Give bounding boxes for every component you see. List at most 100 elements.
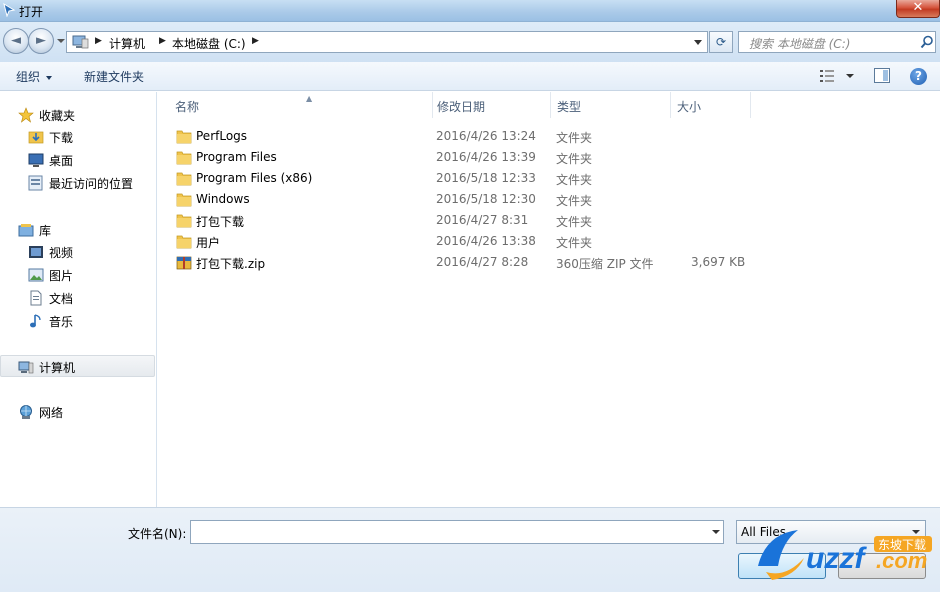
file-date: 2016/4/26 13:38 — [436, 234, 536, 248]
column-header-type[interactable]: 类型 — [551, 92, 671, 118]
back-button[interactable]: ◄ — [3, 28, 29, 54]
sidebar-item-downloads[interactable]: 下载 — [0, 126, 155, 148]
navigation-pane: 收藏夹 下载 桌面 最近访问的位置 库 视频 图片 文档 音乐 计算机 网络 — [0, 92, 157, 507]
breadcrumb-computer[interactable]: 计算机 — [109, 35, 145, 52]
file-date: 2016/4/26 13:24 — [436, 129, 536, 143]
sidebar-libraries[interactable]: 库 — [0, 219, 155, 241]
window-title: 打开 — [19, 5, 44, 19]
uzzf-watermark-logo: uzzf .com 东坡下载 — [758, 530, 932, 580]
column-header-name[interactable]: 名称 ▲ — [169, 92, 433, 118]
preview-pane-icon[interactable] — [874, 68, 890, 83]
help-icon[interactable]: ? — [910, 68, 927, 85]
sidebar-item-label: 计算机 — [39, 361, 76, 375]
sidebar-item-music[interactable]: 音乐 — [0, 310, 155, 332]
column-header-label: 大小 — [677, 100, 702, 114]
file-name: PerfLogs — [196, 129, 248, 143]
file-type: 360压缩 ZIP 文件 — [556, 257, 654, 271]
forward-button[interactable]: ► — [28, 28, 54, 54]
sidebar-item-label: 视频 — [49, 246, 74, 260]
library-icon — [18, 224, 34, 237]
file-row[interactable]: PerfLogs 2016/4/26 13:24 文件夹 — [158, 126, 940, 147]
file-name: Program Files (x86) — [196, 171, 313, 185]
file-type: 文件夹 — [556, 131, 593, 145]
sidebar-item-label: 音乐 — [49, 315, 74, 329]
column-header-date[interactable]: 修改日期 — [431, 92, 551, 118]
file-row[interactable]: Program Files (x86) 2016/5/18 12:33 文件夹 — [158, 168, 940, 189]
address-bar[interactable]: ▶ 计算机 ▶ 本地磁盘 (C:) ▶ — [66, 31, 708, 53]
recent-pages-dropdown[interactable] — [57, 39, 65, 43]
sidebar-item-label: 下载 — [49, 131, 74, 145]
file-date: 2016/5/18 12:33 — [436, 171, 536, 185]
sidebar-item-pictures[interactable]: 图片 — [0, 264, 155, 286]
address-history-dropdown[interactable] — [694, 40, 702, 45]
sidebar-favorites[interactable]: 收藏夹 — [0, 104, 155, 126]
video-library-icon — [29, 246, 43, 258]
file-type: 文件夹 — [556, 194, 593, 208]
column-header-label: 修改日期 — [437, 100, 486, 114]
sidebar-item-label: 文档 — [49, 292, 74, 306]
desktop-icon — [28, 153, 44, 167]
filename-history-dropdown[interactable] — [712, 530, 720, 534]
file-name: Windows — [196, 192, 250, 206]
file-type: 文件夹 — [556, 173, 593, 187]
file-name: 用户 — [196, 236, 221, 250]
folder-icon — [176, 150, 192, 165]
title-bar: 打开 ✕ — [0, 0, 940, 22]
new-folder-button[interactable]: 新建文件夹 — [84, 68, 144, 85]
file-type: 文件夹 — [556, 236, 593, 250]
folder-icon — [176, 171, 192, 186]
svg-text:uzzf: uzzf — [806, 542, 867, 575]
picture-library-icon — [28, 268, 44, 282]
breadcrumb-separator[interactable]: ▶ — [252, 36, 259, 46]
file-date: 2016/5/18 12:30 — [436, 192, 536, 206]
sidebar-item-videos[interactable]: 视频 — [0, 241, 155, 263]
file-row[interactable]: Windows 2016/5/18 12:30 文件夹 — [158, 189, 940, 210]
network-icon — [20, 405, 32, 419]
document-library-icon — [30, 290, 42, 306]
column-header-label: 名称 — [175, 100, 200, 114]
sidebar-item-label: 图片 — [49, 269, 74, 283]
file-row[interactable]: 打包下载 2016/4/27 8:31 文件夹 — [158, 210, 940, 231]
sidebar-item-documents[interactable]: 文档 — [0, 287, 155, 309]
file-list: 名称 ▲ 修改日期 类型 大小 PerfLogs 2016/4/26 13:24 文… — [158, 92, 940, 507]
column-header-label: 类型 — [557, 100, 582, 114]
file-date: 2016/4/27 8:28 — [436, 255, 529, 269]
sidebar-item-label: 网络 — [39, 406, 64, 420]
sidebar-item-desktop[interactable]: 桌面 — [0, 149, 155, 171]
breadcrumb-separator[interactable]: ▶ — [95, 36, 102, 46]
sidebar-item-label: 收藏夹 — [39, 109, 76, 123]
organize-label: 组织 — [16, 70, 41, 84]
refresh-button[interactable]: ⟳ — [709, 31, 733, 53]
file-row[interactable]: 打包下载.zip 2016/4/27 8:28 360压缩 ZIP 文件 3,697 … — [158, 252, 940, 273]
downloads-folder-icon — [28, 131, 44, 144]
command-toolbar: 组织 新建文件夹 ? — [0, 62, 940, 91]
folder-icon — [176, 192, 192, 207]
sidebar-item-computer[interactable]: 计算机 — [0, 355, 155, 377]
column-header-size[interactable]: 大小 — [671, 92, 751, 118]
file-row[interactable]: Program Files 2016/4/26 13:39 文件夹 — [158, 147, 940, 168]
sidebar-item-recent-places[interactable]: 最近访问的位置 — [0, 172, 155, 194]
view-options-icon[interactable] — [820, 70, 834, 82]
breadcrumb-local-disk[interactable]: 本地磁盘 (C:) — [172, 35, 246, 52]
file-date: 2016/4/26 13:39 — [436, 150, 536, 164]
folder-icon — [176, 213, 192, 228]
star-icon — [18, 107, 34, 123]
search-input[interactable]: 搜索 本地磁盘 (C:) — [738, 31, 936, 53]
organize-menu[interactable]: 组织 — [16, 68, 53, 85]
sidebar-item-network[interactable]: 网络 — [0, 401, 155, 423]
filename-input[interactable] — [190, 520, 724, 544]
computer-icon — [72, 35, 89, 49]
file-row[interactable]: 用户 2016/4/26 13:38 文件夹 — [158, 231, 940, 252]
breadcrumb-separator[interactable]: ▶ — [159, 36, 166, 46]
file-name: 打包下载 — [196, 215, 245, 229]
music-library-icon — [30, 314, 41, 328]
zip-archive-icon — [176, 255, 192, 270]
svg-text:东坡下载: 东坡下载 — [878, 538, 926, 552]
file-size: 3,697 KB — [691, 255, 746, 269]
view-options-dropdown[interactable] — [846, 74, 854, 78]
close-button[interactable]: ✕ — [896, 0, 940, 18]
search-icon[interactable] — [920, 35, 934, 49]
recent-places-icon — [28, 175, 43, 191]
file-name: 打包下载.zip — [196, 257, 266, 271]
file-date: 2016/4/27 8:31 — [436, 213, 529, 227]
